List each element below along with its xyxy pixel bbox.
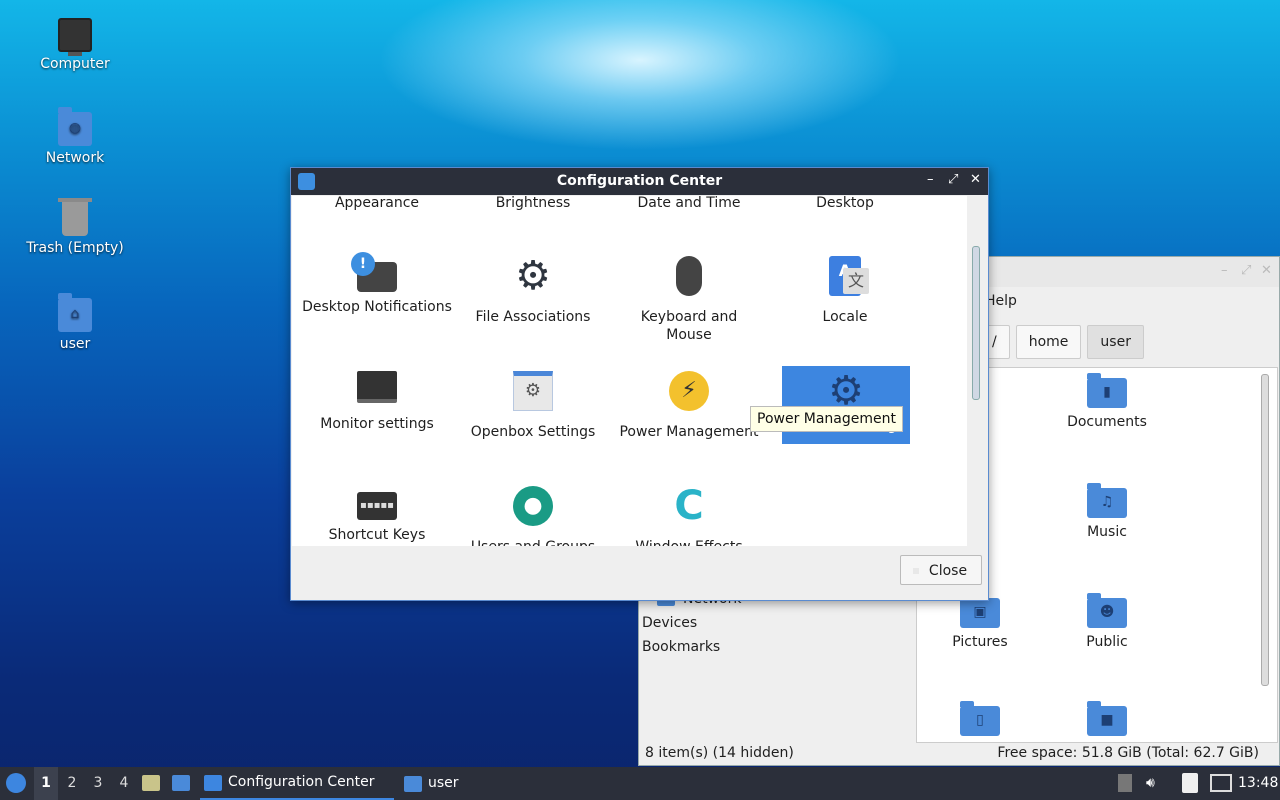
computer-icon — [58, 18, 92, 56]
config-item-session-settings[interactable]: ⚙ Session Settings — [782, 366, 910, 444]
desktop-icon-label: Trash (Empty) — [26, 240, 124, 256]
file-list-scrollbar[interactable] — [1261, 374, 1269, 686]
config-item-file-associations[interactable]: ⚙ File Associations — [455, 256, 611, 326]
status-item-count: 8 item(s) (14 hidden) — [645, 745, 794, 761]
config-item-users-and-groups[interactable]: ● Users and Groups — [455, 486, 611, 546]
config-item-monitor-settings[interactable]: Monitor settings — [299, 371, 455, 433]
list-item[interactable]: ▣ Pictures — [925, 593, 1035, 650]
workspace-4[interactable]: 4 — [112, 767, 136, 800]
task-file-manager[interactable]: user — [400, 767, 463, 800]
folder-icon — [404, 775, 422, 792]
config-item-desktop[interactable]: Desktop — [767, 196, 923, 212]
session-gear-icon: ⚙ — [828, 368, 864, 414]
translate-icon: A文 — [829, 256, 869, 296]
minimize-icon[interactable]: – — [927, 172, 934, 187]
trash-icon — [58, 198, 92, 236]
config-item-window-effects[interactable]: C Window Effects — [611, 486, 767, 546]
config-item-shortcut-keys[interactable]: ▪▪▪▪▪ Shortcut Keys — [299, 486, 455, 544]
menu-help[interactable]: Help — [985, 293, 1017, 309]
maximize-icon[interactable]: ⤢ — [1241, 263, 1251, 278]
volume-icon: 🔊︎ — [1146, 775, 1155, 791]
tray-network[interactable] — [1210, 767, 1232, 800]
network-folder-icon: ◍ — [58, 107, 92, 146]
network-icon — [1210, 774, 1232, 792]
home-folder-icon: ⌂ — [58, 293, 92, 332]
config-item-keyboard-and-mouse[interactable]: Keyboard and Mouse — [611, 256, 767, 344]
documents-folder-icon: ▮ — [1087, 373, 1127, 408]
sidebar-item-bookmarks[interactable]: Bookmarks — [639, 635, 909, 659]
sidebar-item-devices[interactable]: Devices — [639, 611, 909, 635]
status-free-space: Free space: 51.8 GiB (Total: 62.7 GiB) — [997, 745, 1259, 761]
start-menu-button[interactable] — [4, 767, 28, 800]
pictures-folder-icon: ▣ — [960, 593, 1000, 628]
eject-icon — [1118, 774, 1132, 792]
mouse-icon — [676, 256, 702, 296]
desktop-icon-trash[interactable]: Trash (Empty) — [20, 198, 130, 256]
minimize-icon[interactable]: – — [1221, 263, 1228, 278]
desktop-icon-computer[interactable]: Computer — [20, 18, 130, 72]
show-desktop-launcher[interactable] — [172, 767, 190, 800]
list-item[interactable]: ■ — [1052, 701, 1162, 742]
file-manager-launcher[interactable] — [142, 767, 160, 800]
file-manager-icon — [142, 775, 160, 791]
user-icon: ● — [513, 486, 553, 526]
config-item-power-management[interactable]: ⚡ Power Management — [611, 371, 767, 441]
videos-folder-icon: ■ — [1087, 701, 1127, 736]
tray-clipboard[interactable] — [1182, 767, 1198, 800]
crumb-user[interactable]: user — [1087, 325, 1144, 359]
desktop-icon-network[interactable]: ◍ Network — [20, 107, 130, 166]
notification-icon: ! — [351, 252, 397, 292]
breadcrumb: / home user — [979, 325, 1144, 359]
config-item-appearance[interactable]: Appearance — [299, 196, 455, 212]
list-item[interactable]: ☻ Public — [1052, 593, 1162, 650]
list-item[interactable]: ♫ Music — [1052, 483, 1162, 540]
desktop-icon-user[interactable]: ⌂ user — [20, 293, 130, 352]
templates-folder-icon: ▯ — [960, 701, 1000, 736]
config-item-locale[interactable]: A文 Locale — [767, 256, 923, 326]
workspace-1[interactable]: 1 — [34, 767, 58, 800]
close-icon[interactable]: ✕ — [1261, 263, 1272, 278]
desktop-icon-label: Network — [45, 150, 105, 166]
taskbar: 1 2 3 4 Configuration Center user 🔊︎ 13:… — [0, 767, 1280, 800]
config-center-icon — [204, 774, 222, 791]
config-item-date-and-time[interactable]: Date and Time — [611, 196, 767, 212]
music-folder-icon: ♫ — [1087, 483, 1127, 518]
desktop-icon — [172, 775, 190, 791]
clock[interactable]: 13:48 — [1238, 767, 1278, 800]
tray-eject[interactable] — [1118, 767, 1132, 800]
workspace-3[interactable]: 3 — [86, 767, 110, 800]
maximize-icon[interactable]: ⤢ — [948, 172, 958, 187]
config-grid: Appearance Brightness Date and Time Desk… — [292, 196, 967, 546]
monitor-icon — [357, 371, 397, 403]
crumb-home[interactable]: home — [1015, 325, 1082, 359]
window-settings-icon: ⚙ — [513, 371, 553, 411]
gear-icon: ⚙ — [515, 253, 551, 299]
tooltip: Power Management — [750, 406, 904, 432]
workspace-2[interactable]: 2 — [60, 767, 84, 800]
window-effects-icon: C — [674, 483, 704, 529]
clipboard-icon — [1182, 773, 1198, 793]
config-item-openbox-settings[interactable]: ⚙ Openbox Settings — [455, 371, 611, 441]
config-grid-scrollbar[interactable] — [972, 246, 980, 400]
config-center-window: Configuration Center – ⤢ ✕ Appearance Br… — [290, 167, 989, 601]
app-menu-icon — [6, 773, 26, 793]
task-config-center[interactable]: Configuration Center — [200, 767, 394, 800]
power-icon: ⚡ — [669, 371, 709, 411]
desktop-icon-label: user — [59, 336, 91, 352]
status-bar: 8 item(s) (14 hidden) Free space: 51.8 G… — [645, 743, 1259, 763]
keyboard-icon: ▪▪▪▪▪ — [357, 492, 397, 520]
close-button[interactable]: Close — [900, 555, 982, 585]
public-folder-icon: ☻ — [1087, 593, 1127, 628]
config-item-brightness[interactable]: Brightness — [455, 196, 611, 212]
list-item[interactable]: ▯ — [925, 701, 1035, 742]
desktop-icon-label: Computer — [40, 56, 110, 72]
config-center-titlebar: Configuration Center – ⤢ ✕ — [291, 168, 988, 195]
dialog-footer: Close — [291, 545, 988, 600]
config-item-desktop-notifications[interactable]: ! Desktop Notifications — [299, 252, 455, 316]
close-icon[interactable]: ✕ — [970, 172, 981, 187]
window-title: Configuration Center — [556, 173, 723, 189]
list-item[interactable]: ▮ Documents — [1052, 373, 1162, 430]
tray-volume[interactable]: 🔊︎ — [1146, 767, 1155, 800]
